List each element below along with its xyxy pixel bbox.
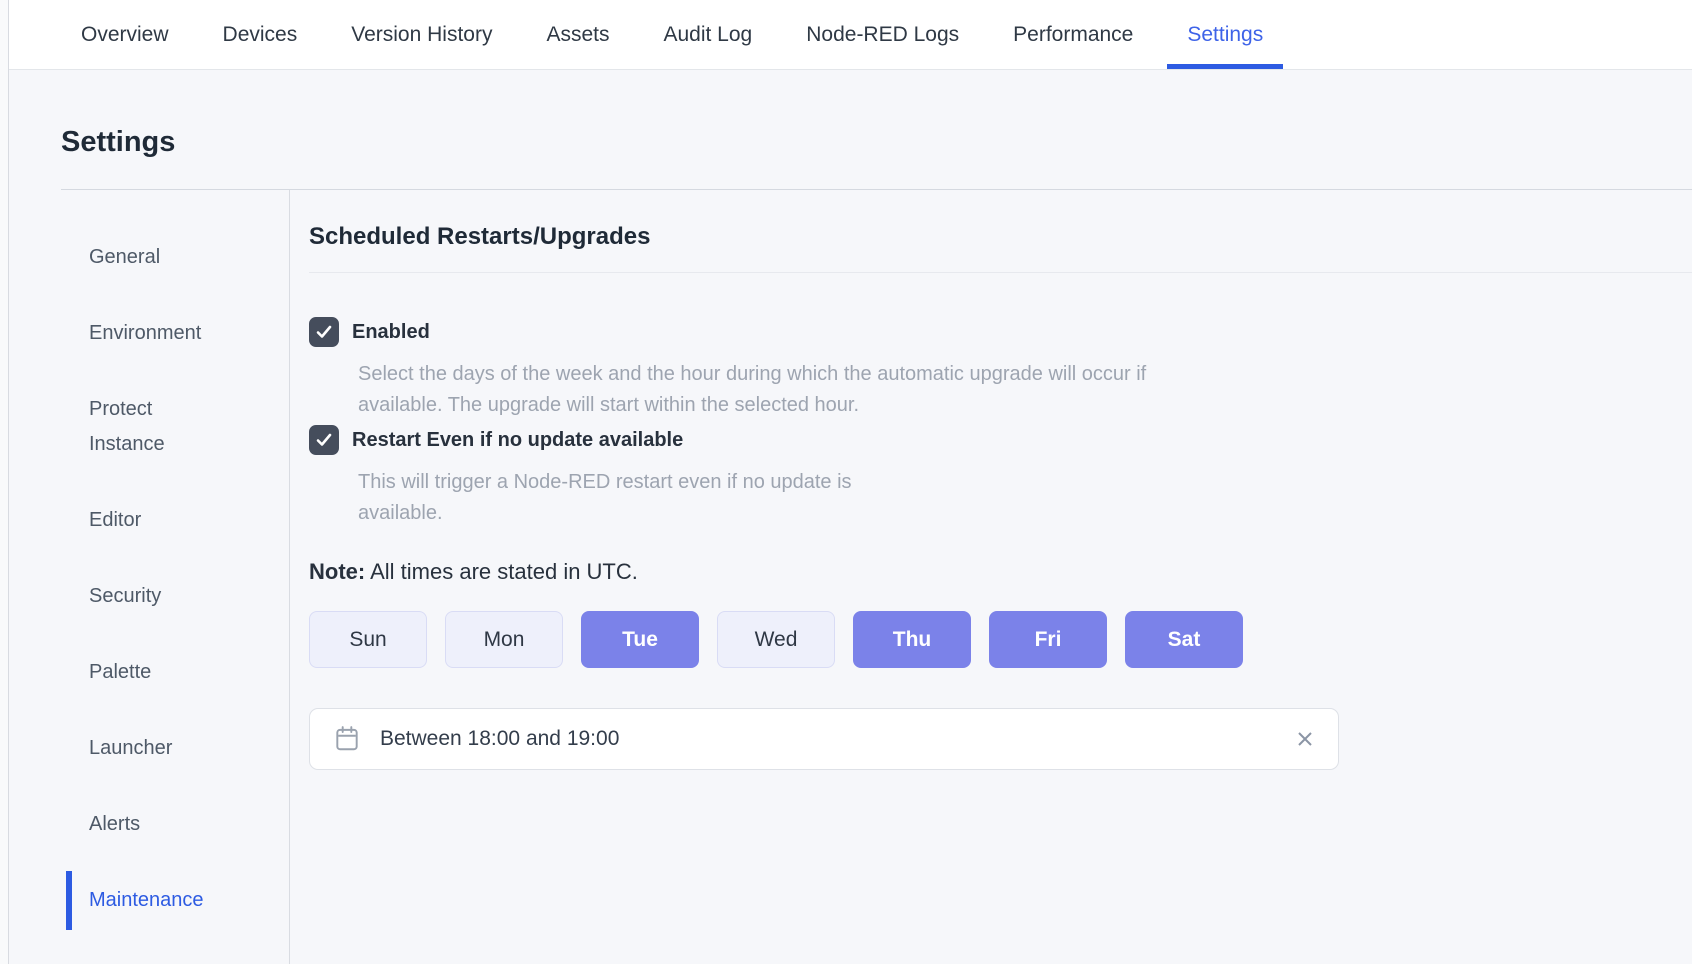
instance-tab-bar: Overview Devices Version History Assets … <box>9 0 1692 70</box>
enabled-checkbox[interactable] <box>309 317 339 347</box>
sidebar-item-launcher[interactable]: Launcher <box>61 731 231 766</box>
tab-devices[interactable]: Devices <box>221 0 300 69</box>
section-heading: Scheduled Restarts/Upgrades <box>309 222 1692 252</box>
sidebar-item-maintenance[interactable]: Maintenance <box>61 883 231 918</box>
enabled-description: Select the days of the week and the hour… <box>358 359 1148 421</box>
tab-assets[interactable]: Assets <box>544 0 611 69</box>
sidebar-item-security[interactable]: Security <box>61 579 231 614</box>
clear-x-icon <box>1294 728 1316 750</box>
calendar-icon <box>334 725 360 753</box>
section-divider <box>309 272 1692 273</box>
tab-audit-log[interactable]: Audit Log <box>661 0 754 69</box>
restart-checkbox-row[interactable]: Restart Even if no update available <box>309 425 1692 455</box>
note-prefix: Note: <box>309 559 365 584</box>
day-button-tue[interactable]: Tue <box>581 611 699 668</box>
tab-node-red-logs[interactable]: Node-RED Logs <box>804 0 961 69</box>
day-selector: Sun Mon Tue Wed Thu Fri Sat <box>309 611 1692 668</box>
time-window-input[interactable]: Between 18:00 and 19:00 <box>309 708 1339 770</box>
day-button-sun[interactable]: Sun <box>309 611 427 668</box>
day-button-mon[interactable]: Mon <box>445 611 563 668</box>
tab-performance[interactable]: Performance <box>1011 0 1135 69</box>
maintenance-settings-panel: Scheduled Restarts/Upgrades Enabled Sele… <box>290 190 1692 964</box>
active-item-indicator <box>66 871 72 930</box>
clear-time-window-button[interactable] <box>1294 728 1316 750</box>
day-button-fri[interactable]: Fri <box>989 611 1107 668</box>
enabled-label: Enabled <box>352 321 430 344</box>
tab-overview[interactable]: Overview <box>79 0 171 69</box>
time-window-value: Between 18:00 and 19:00 <box>380 727 619 751</box>
day-button-thu[interactable]: Thu <box>853 611 971 668</box>
sidebar-item-alerts[interactable]: Alerts <box>61 807 231 842</box>
day-button-wed[interactable]: Wed <box>717 611 835 668</box>
enabled-field: Enabled Select the days of the week and … <box>309 317 1692 421</box>
tab-settings[interactable]: Settings <box>1167 0 1283 69</box>
restart-checkbox[interactable] <box>309 425 339 455</box>
sidebar-item-editor[interactable]: Editor <box>61 503 231 538</box>
sidebar-item-protect-instance[interactable]: Protect Instance <box>61 392 231 462</box>
sidebar-item-general[interactable]: General <box>61 240 231 275</box>
tab-version-history[interactable]: Version History <box>349 0 494 69</box>
settings-sidebar: General Environment Protect Instance Edi… <box>61 190 290 964</box>
note-text: All times are stated in UTC. <box>370 559 638 584</box>
checkmark-icon <box>315 431 333 449</box>
restart-description: This will trigger a Node-RED restart eve… <box>358 467 878 529</box>
utc-note: Note: All times are stated in UTC. <box>309 559 1692 585</box>
checkmark-icon <box>315 323 333 341</box>
sidebar-item-palette[interactable]: Palette <box>61 655 231 690</box>
instance-settings-page: Overview Devices Version History Assets … <box>8 0 1692 964</box>
settings-page-body: Settings General Environment Protect Ins… <box>9 70 1692 964</box>
restart-field: Restart Even if no update available This… <box>309 425 1692 529</box>
restart-label: Restart Even if no update available <box>352 429 683 452</box>
page-title: Settings <box>61 125 1692 159</box>
day-button-sat[interactable]: Sat <box>1125 611 1243 668</box>
enabled-checkbox-row[interactable]: Enabled <box>309 317 1692 347</box>
sidebar-item-environment[interactable]: Environment <box>61 316 231 351</box>
